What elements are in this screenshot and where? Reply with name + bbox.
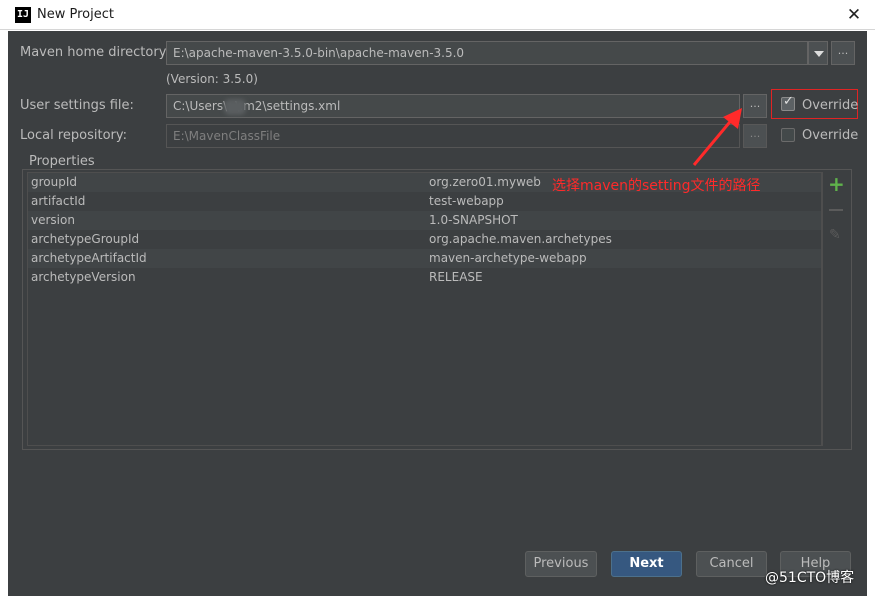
previous-button[interactable]: Previous — [525, 551, 597, 577]
add-property-icon[interactable]: + — [828, 174, 845, 194]
watermark: @51CTO博客 — [765, 570, 855, 586]
maven-home-dropdown-button[interactable] — [808, 41, 828, 65]
cancel-button[interactable]: Cancel — [696, 551, 767, 577]
intellij-app-icon: IJ — [15, 7, 31, 23]
maven-version-text: (Version: 3.5.0) — [166, 72, 258, 86]
local-repository-input: E:\MavenClassFile — [166, 124, 740, 148]
property-value[interactable]: 1.0-SNAPSHOT — [429, 211, 518, 230]
properties-table: groupId org.zero01.myweb artifactId test-we… — [27, 172, 822, 446]
properties-toolbar: + ✎ — [822, 172, 850, 446]
annotation-arrow-icon — [692, 108, 742, 166]
local-repository-label: Local repository: — [20, 128, 127, 143]
property-row[interactable]: archetypeVersion RELEASE — [28, 268, 821, 287]
properties-title: Properties — [27, 154, 97, 169]
property-row[interactable]: archetypeGroupId org.apache.maven.archety… — [28, 230, 821, 249]
property-key: groupId — [31, 175, 78, 189]
property-row[interactable]: version 1.0-SNAPSHOT — [28, 211, 821, 230]
window-title: New Project — [37, 7, 114, 22]
property-key: archetypeArtifactId — [31, 251, 147, 265]
annotation-text: 选择maven的setting文件的路径 — [552, 178, 761, 194]
maven-home-label: Maven home directory: — [20, 45, 170, 60]
property-value[interactable]: org.zero01.myweb — [429, 173, 541, 192]
property-row[interactable]: archetypeArtifactId maven-archetype-webap… — [28, 249, 821, 268]
maven-home-browse-button[interactable]: ... — [831, 41, 855, 65]
remove-property-icon[interactable] — [829, 209, 843, 211]
property-value[interactable]: RELEASE — [429, 268, 483, 287]
maven-home-select[interactable]: E:\apache-maven-3.5.0-bin\apache-maven-3… — [166, 41, 808, 65]
user-settings-label: User settings file: — [20, 98, 134, 113]
user-settings-input[interactable]: C:\Users\ -\.m2\settings.xml — [166, 94, 740, 118]
title-bar: IJ New Project ✕ — [0, 0, 875, 30]
property-value[interactable]: test-webapp — [429, 192, 504, 211]
property-key: version — [31, 213, 75, 227]
property-key: artifactId — [31, 194, 86, 208]
property-value[interactable]: org.apache.maven.archetypes — [429, 230, 612, 249]
next-button[interactable]: Next — [611, 551, 682, 577]
local-repository-override-label[interactable]: Override — [802, 128, 858, 143]
local-repository-override-checkbox[interactable] — [781, 128, 795, 142]
edit-property-icon[interactable]: ✎ — [829, 227, 841, 243]
property-value[interactable]: maven-archetype-webapp — [429, 249, 587, 268]
redacted-username — [224, 99, 246, 115]
user-settings-override-checkbox[interactable] — [781, 94, 795, 111]
user-settings-override-label[interactable]: Override — [802, 98, 858, 113]
property-key: archetypeGroupId — [31, 232, 140, 246]
close-window-button[interactable]: ✕ — [841, 2, 867, 28]
property-key: archetypeVersion — [31, 270, 136, 284]
